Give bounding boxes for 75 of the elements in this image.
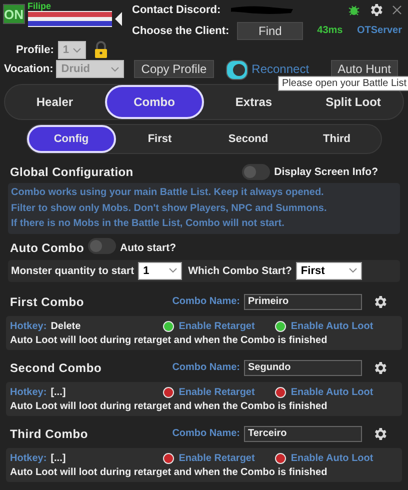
redaction-mark [228,4,295,14]
quantity-label: Monster quantity to start [11,264,134,276]
collapse-arrow-icon[interactable] [114,11,122,27]
status-dot[interactable] [162,386,174,398]
tab[interactable]: Combo [104,85,204,119]
hotkey-value: Delete [50,320,82,332]
profile-label: Profile: [16,44,54,56]
field-label: Combo Name: [172,362,240,373]
hotkey-label: Hotkey: [10,320,47,332]
caret-icon [348,268,357,273]
settings-icon[interactable] [372,360,388,376]
subtab[interactable]: Third [292,125,381,153]
combo-title: Third Combo [10,426,89,440]
server-name: OTServer [356,25,402,36]
toggle-label: Auto start? [120,242,176,254]
info-text: If there is no Mobs in the Battle List, Combo will not start. [11,217,286,231]
combo-select[interactable]: First [296,262,362,280]
copy-profile-button[interactable]: Copy Profile [134,60,214,78]
hotkey-label: Hotkey: [10,386,47,398]
auto-hunt-button[interactable]: Auto Hunt [330,60,398,78]
subtab[interactable]: Config [27,125,116,153]
quantity-select[interactable]: 1 [138,262,182,280]
bug-icon[interactable] [348,4,360,16]
status-dot[interactable] [274,386,286,398]
tooltip: Please open your Battle List [278,76,408,91]
reconnect-label[interactable]: Reconnect [252,62,310,76]
status-dot[interactable] [162,320,174,332]
combo-title: Second Combo [10,360,103,374]
hotkey-value: [...] [50,386,67,398]
info-text: Combo works using your main Battle List. Keep it always opened. [11,186,325,200]
caret-icon [169,268,178,273]
toggle-switch[interactable] [242,164,270,180]
toggle-switch[interactable] [88,238,116,254]
tab[interactable]: Healer [5,85,104,119]
section-title: Auto Combo [10,240,84,254]
note-text: Auto Loot will loot during retarget and when the Combo is finished [10,334,328,346]
settings-icon[interactable] [368,2,384,18]
note-text: Auto Loot will loot during retarget and when the Combo is finished [10,400,328,412]
which-combo-label: Which Combo Start? [188,264,292,276]
combo-name-field[interactable]: Primeiro [244,294,362,310]
contact-label: Contact Discord: [132,4,221,16]
hotkey-value: [...] [50,452,67,464]
flag-icon [28,11,112,27]
info-text: Filter to show only Mobs. Don't show Players, NPC and Summons. [11,202,328,216]
option-label: Enable Auto Loot [290,452,374,464]
subtab[interactable]: Second [204,125,292,153]
caret-icon [72,48,81,52]
status-dot[interactable] [162,452,174,464]
option-label: Enable Retarget [178,320,255,332]
close-icon[interactable] [392,4,402,14]
settings-icon[interactable] [372,294,388,310]
hotkey-label: Hotkey: [10,452,47,464]
option-label: Enable Retarget [178,452,255,464]
option-label: Enable Auto Loot [290,320,374,332]
combo-title: First Combo [10,294,85,308]
note-text: Auto Loot will loot during retarget and when the Combo is finished [10,466,328,478]
character-name: Filipe [28,1,52,11]
toggle-label: Display Screen Info? [274,166,378,178]
vocation-label: Vocation: [4,62,54,74]
combo-name-field[interactable]: Terceiro [244,426,362,442]
caret-icon [111,66,120,72]
status-dot[interactable] [274,452,286,464]
toggle-switch[interactable] [226,60,248,80]
option-label: Enable Auto Loot [290,386,374,398]
ping-text: 43ms [317,25,343,36]
find-button[interactable]: Find [237,22,304,40]
client-label: Choose the Client: [132,24,230,36]
option-label: Enable Retarget [178,386,255,398]
field-label: Combo Name: [172,428,240,439]
subtab[interactable]: First [116,125,204,153]
settings-icon[interactable] [372,426,388,442]
section-title: Global Configuration [10,165,134,179]
combo-name-field[interactable]: Segundo [244,360,362,376]
status-dot[interactable] [274,320,286,332]
field-label: Combo Name: [172,296,240,307]
